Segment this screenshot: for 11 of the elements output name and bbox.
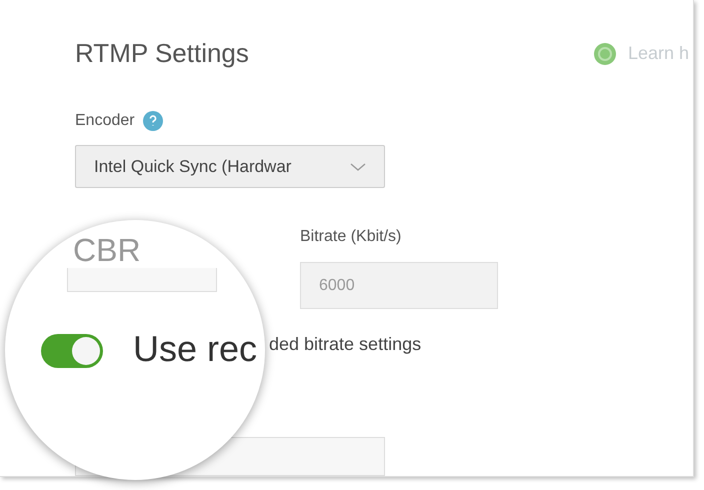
rate-control-value: CBR — [73, 232, 141, 269]
toggle-label: ded bitrate settings — [269, 334, 422, 356]
bitrate-field[interactable]: 6000 — [300, 262, 498, 310]
toggle-label: Use rec — [133, 328, 258, 370]
toggle-switch[interactable] — [41, 334, 103, 368]
rate-control-field[interactable] — [67, 268, 217, 292]
chevron-icon — [350, 162, 366, 172]
page-title: RTMP Settings — [75, 38, 249, 69]
bitrate-label: Bitrate (Kbit/s) — [300, 228, 402, 246]
encoder-dropdown[interactable]: Intel Quick Sync (Hardwar — [75, 145, 385, 188]
encoder-label: Encoder — [75, 112, 135, 130]
